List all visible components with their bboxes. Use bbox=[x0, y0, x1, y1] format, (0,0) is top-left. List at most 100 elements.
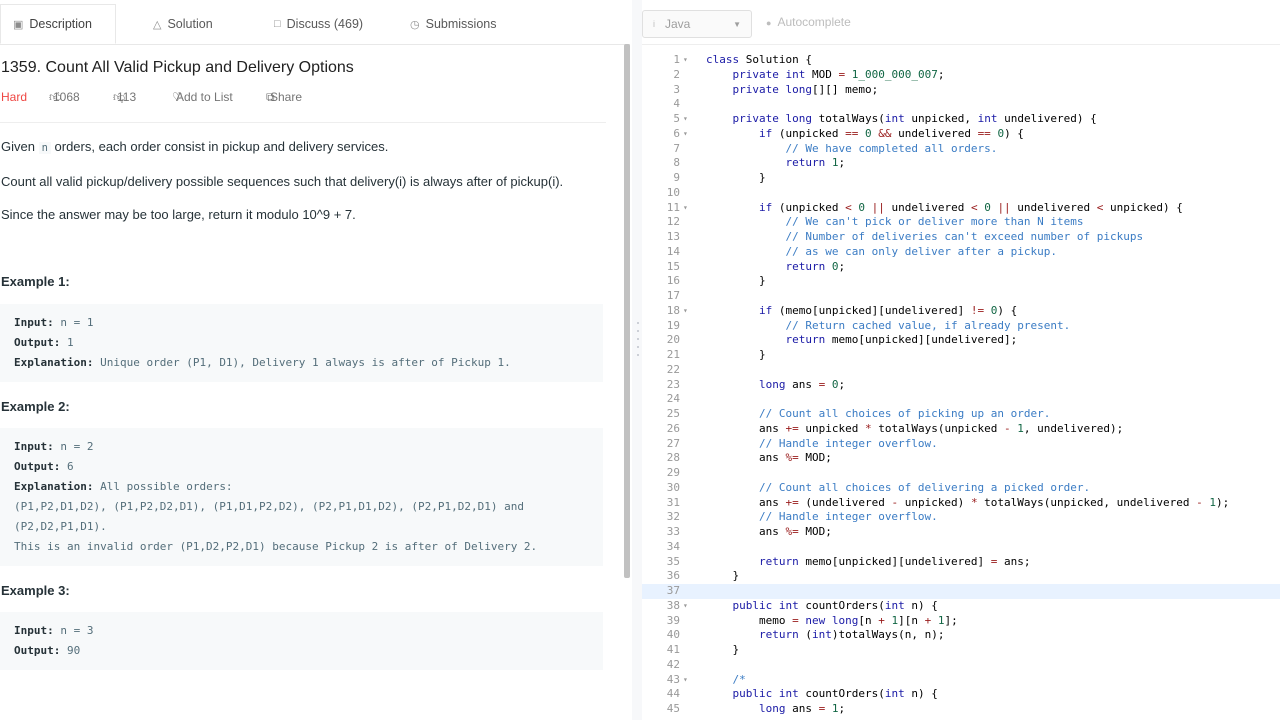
splitter-grip-dot bbox=[637, 322, 639, 324]
code-line[interactable]: 12 // We can't pick or deliver more than… bbox=[642, 215, 1280, 230]
code-text: // Count all choices of delivering a pic… bbox=[758, 480, 1091, 494]
fold-chevron-icon[interactable]: ▾ bbox=[683, 53, 688, 68]
example-line: Explanation: All possible orders: bbox=[14, 477, 603, 497]
code-editor[interactable]: 1 ▾ class Solution {2 private int MOD = 1_… bbox=[642, 44, 1280, 720]
code-line[interactable]: 38 ▾ public int countOrders(int n) { bbox=[642, 599, 1280, 614]
example-block: Input: n = 2 Output: 6 Explanation: All … bbox=[0, 428, 603, 566]
fold-chevron-icon[interactable]: ▾ bbox=[683, 127, 688, 142]
code-text: private int MOD = 1_000_000_007; bbox=[732, 67, 945, 81]
example-label: Input: bbox=[14, 316, 54, 329]
line-number: 44 bbox=[666, 687, 680, 701]
code-line[interactable]: 1 ▾ class Solution { bbox=[642, 53, 1280, 68]
tab-discuss[interactable]: □ Discuss (469) bbox=[274, 4, 363, 44]
code-text: return 0; bbox=[785, 259, 846, 273]
autocomplete-toggle[interactable]: ● Autocomplete bbox=[766, 15, 851, 29]
code-line[interactable]: 24 bbox=[642, 392, 1280, 407]
code-line[interactable]: 26 ans += unpicked * totalWays(unpicked … bbox=[642, 422, 1280, 437]
code-line[interactable]: 32 // Handle integer overflow. bbox=[642, 510, 1280, 525]
code-line[interactable]: 33 ans %= MOD; bbox=[642, 525, 1280, 540]
code-line[interactable]: 37 bbox=[642, 584, 1280, 599]
description-paragraph: Count all valid pickup/delivery possible… bbox=[1, 174, 564, 189]
tab-bar: ▣ Description △ Solution □ Discuss (469)… bbox=[0, 4, 630, 45]
example-label: Output: bbox=[14, 644, 61, 657]
code-line[interactable]: 40 return (int)totalWays(n, n); bbox=[642, 628, 1280, 643]
code-line[interactable]: 3 private long[][] memo; bbox=[642, 83, 1280, 98]
example-label: Explanation: bbox=[14, 356, 94, 369]
example-line: Output: 1 bbox=[14, 333, 603, 353]
tab-description[interactable]: ▣ Description bbox=[0, 4, 116, 44]
code-line[interactable]: 36 } bbox=[642, 569, 1280, 584]
scrollbar-thumb[interactable] bbox=[624, 44, 630, 578]
code-line[interactable]: 18 ▾ if (memo[unpicked][undelivered] != 0… bbox=[642, 304, 1280, 319]
fold-chevron-icon[interactable]: ▾ bbox=[683, 112, 688, 127]
code-line[interactable]: 13 // Number of deliveries can't exceed … bbox=[642, 230, 1280, 245]
description-paragraph: Since the answer may be too large, retur… bbox=[1, 207, 356, 222]
code-line[interactable]: 9 } bbox=[642, 171, 1280, 186]
code-line[interactable]: 41 } bbox=[642, 643, 1280, 658]
difficulty-badge: Hard bbox=[1, 90, 28, 104]
line-number: 34 bbox=[666, 539, 680, 553]
tab-submissions[interactable]: ◷ Submissions bbox=[410, 4, 496, 44]
tab-label: Solution bbox=[167, 17, 213, 31]
tab-label: Description bbox=[29, 17, 92, 31]
code-text: } bbox=[706, 274, 766, 288]
fold-chevron-icon[interactable]: ▾ bbox=[683, 304, 688, 319]
code-text: if (unpicked < 0 || undelivered < 0 || u… bbox=[758, 200, 1183, 214]
pane-splitter[interactable] bbox=[632, 0, 642, 720]
code-line[interactable]: 44 public int countOrders(int n) { bbox=[642, 687, 1280, 702]
line-number: 12 bbox=[666, 215, 680, 229]
code-line[interactable]: 29 bbox=[642, 466, 1280, 481]
line-number: 35 bbox=[666, 554, 680, 568]
code-line[interactable]: 31 ans += (undelivered - unpicked) * tot… bbox=[642, 496, 1280, 511]
code-line[interactable]: 21 } bbox=[642, 348, 1280, 363]
fold-chevron-icon[interactable]: ▾ bbox=[683, 673, 688, 688]
code-line[interactable]: 11 ▾ if (unpicked < 0 || undelivered < 0 … bbox=[642, 201, 1280, 216]
line-number: 38 bbox=[666, 598, 680, 612]
code-line[interactable]: 43 ▾ /* bbox=[642, 673, 1280, 688]
code-line[interactable]: 8 return 1; bbox=[642, 156, 1280, 171]
code-line[interactable]: 5 ▾ private long totalWays(int unpicked, … bbox=[642, 112, 1280, 127]
line-number: 4 bbox=[673, 97, 680, 111]
example-line: Input: n = 3 bbox=[14, 621, 603, 641]
code-line[interactable]: 15 return 0; bbox=[642, 260, 1280, 275]
tab-solution[interactable]: △ Solution bbox=[153, 4, 213, 44]
code-text: // as we can only deliver after a pickup… bbox=[785, 244, 1058, 258]
code-line[interactable]: 19 // Return cached value, if already pr… bbox=[642, 319, 1280, 334]
code-text: memo = new long[n + 1][n + 1]; bbox=[706, 613, 958, 627]
code-line[interactable]: 28 ans %= MOD; bbox=[642, 451, 1280, 466]
code-line[interactable]: 16 } bbox=[642, 274, 1280, 289]
line-number: 19 bbox=[666, 318, 680, 332]
code-line[interactable]: 23 long ans = 0; bbox=[642, 378, 1280, 393]
code-line[interactable]: 7 // We have completed all orders. bbox=[642, 142, 1280, 157]
code-line[interactable]: 42 bbox=[642, 658, 1280, 673]
code-line[interactable]: 17 bbox=[642, 289, 1280, 304]
example-block: Input: n = 3 Output: 90 bbox=[0, 612, 603, 670]
code-line[interactable]: 22 bbox=[642, 363, 1280, 378]
code-line[interactable]: 39 memo = new long[n + 1][n + 1]; bbox=[642, 614, 1280, 629]
example-title: Example 1: bbox=[1, 274, 70, 289]
code-line[interactable]: 30 // Count all choices of delivering a … bbox=[642, 481, 1280, 496]
description-text: orders, each order consist in pickup and… bbox=[50, 139, 389, 154]
code-line[interactable]: 4 bbox=[642, 97, 1280, 112]
code-line[interactable]: 45 long ans = 1; bbox=[642, 702, 1280, 717]
fold-chevron-icon[interactable]: ▾ bbox=[683, 201, 688, 216]
code-line[interactable]: 10 bbox=[642, 186, 1280, 201]
code-text: long ans = 1; bbox=[758, 702, 846, 715]
code-line[interactable]: 25 // Count all choices of picking up an… bbox=[642, 407, 1280, 422]
code-line[interactable]: 6 ▾ if (unpicked == 0 && undelivered == 0… bbox=[642, 127, 1280, 142]
code-line[interactable]: 14 // as we can only deliver after a pic… bbox=[642, 245, 1280, 260]
description-paragraph: Given n orders, each order consist in pi… bbox=[1, 139, 388, 154]
code-line[interactable]: 27 // Handle integer overflow. bbox=[642, 437, 1280, 452]
history-icon: ◷ bbox=[410, 18, 420, 31]
line-number: 14 bbox=[666, 244, 680, 258]
line-number: 30 bbox=[666, 480, 680, 494]
code-line[interactable]: 20 return memo[unpicked][undelivered]; bbox=[642, 333, 1280, 348]
example-text: 6 bbox=[60, 460, 74, 473]
code-line[interactable]: 2 private int MOD = 1_000_000_007; bbox=[642, 68, 1280, 83]
code-line[interactable]: 35 return memo[unpicked][undelivered] = … bbox=[642, 555, 1280, 570]
example-line: Input: n = 1 bbox=[14, 313, 603, 333]
code-text: return memo[unpicked][undelivered]; bbox=[785, 333, 1018, 347]
language-select[interactable]: i Java ▼ bbox=[642, 10, 752, 38]
code-line[interactable]: 34 bbox=[642, 540, 1280, 555]
fold-chevron-icon[interactable]: ▾ bbox=[683, 599, 688, 614]
